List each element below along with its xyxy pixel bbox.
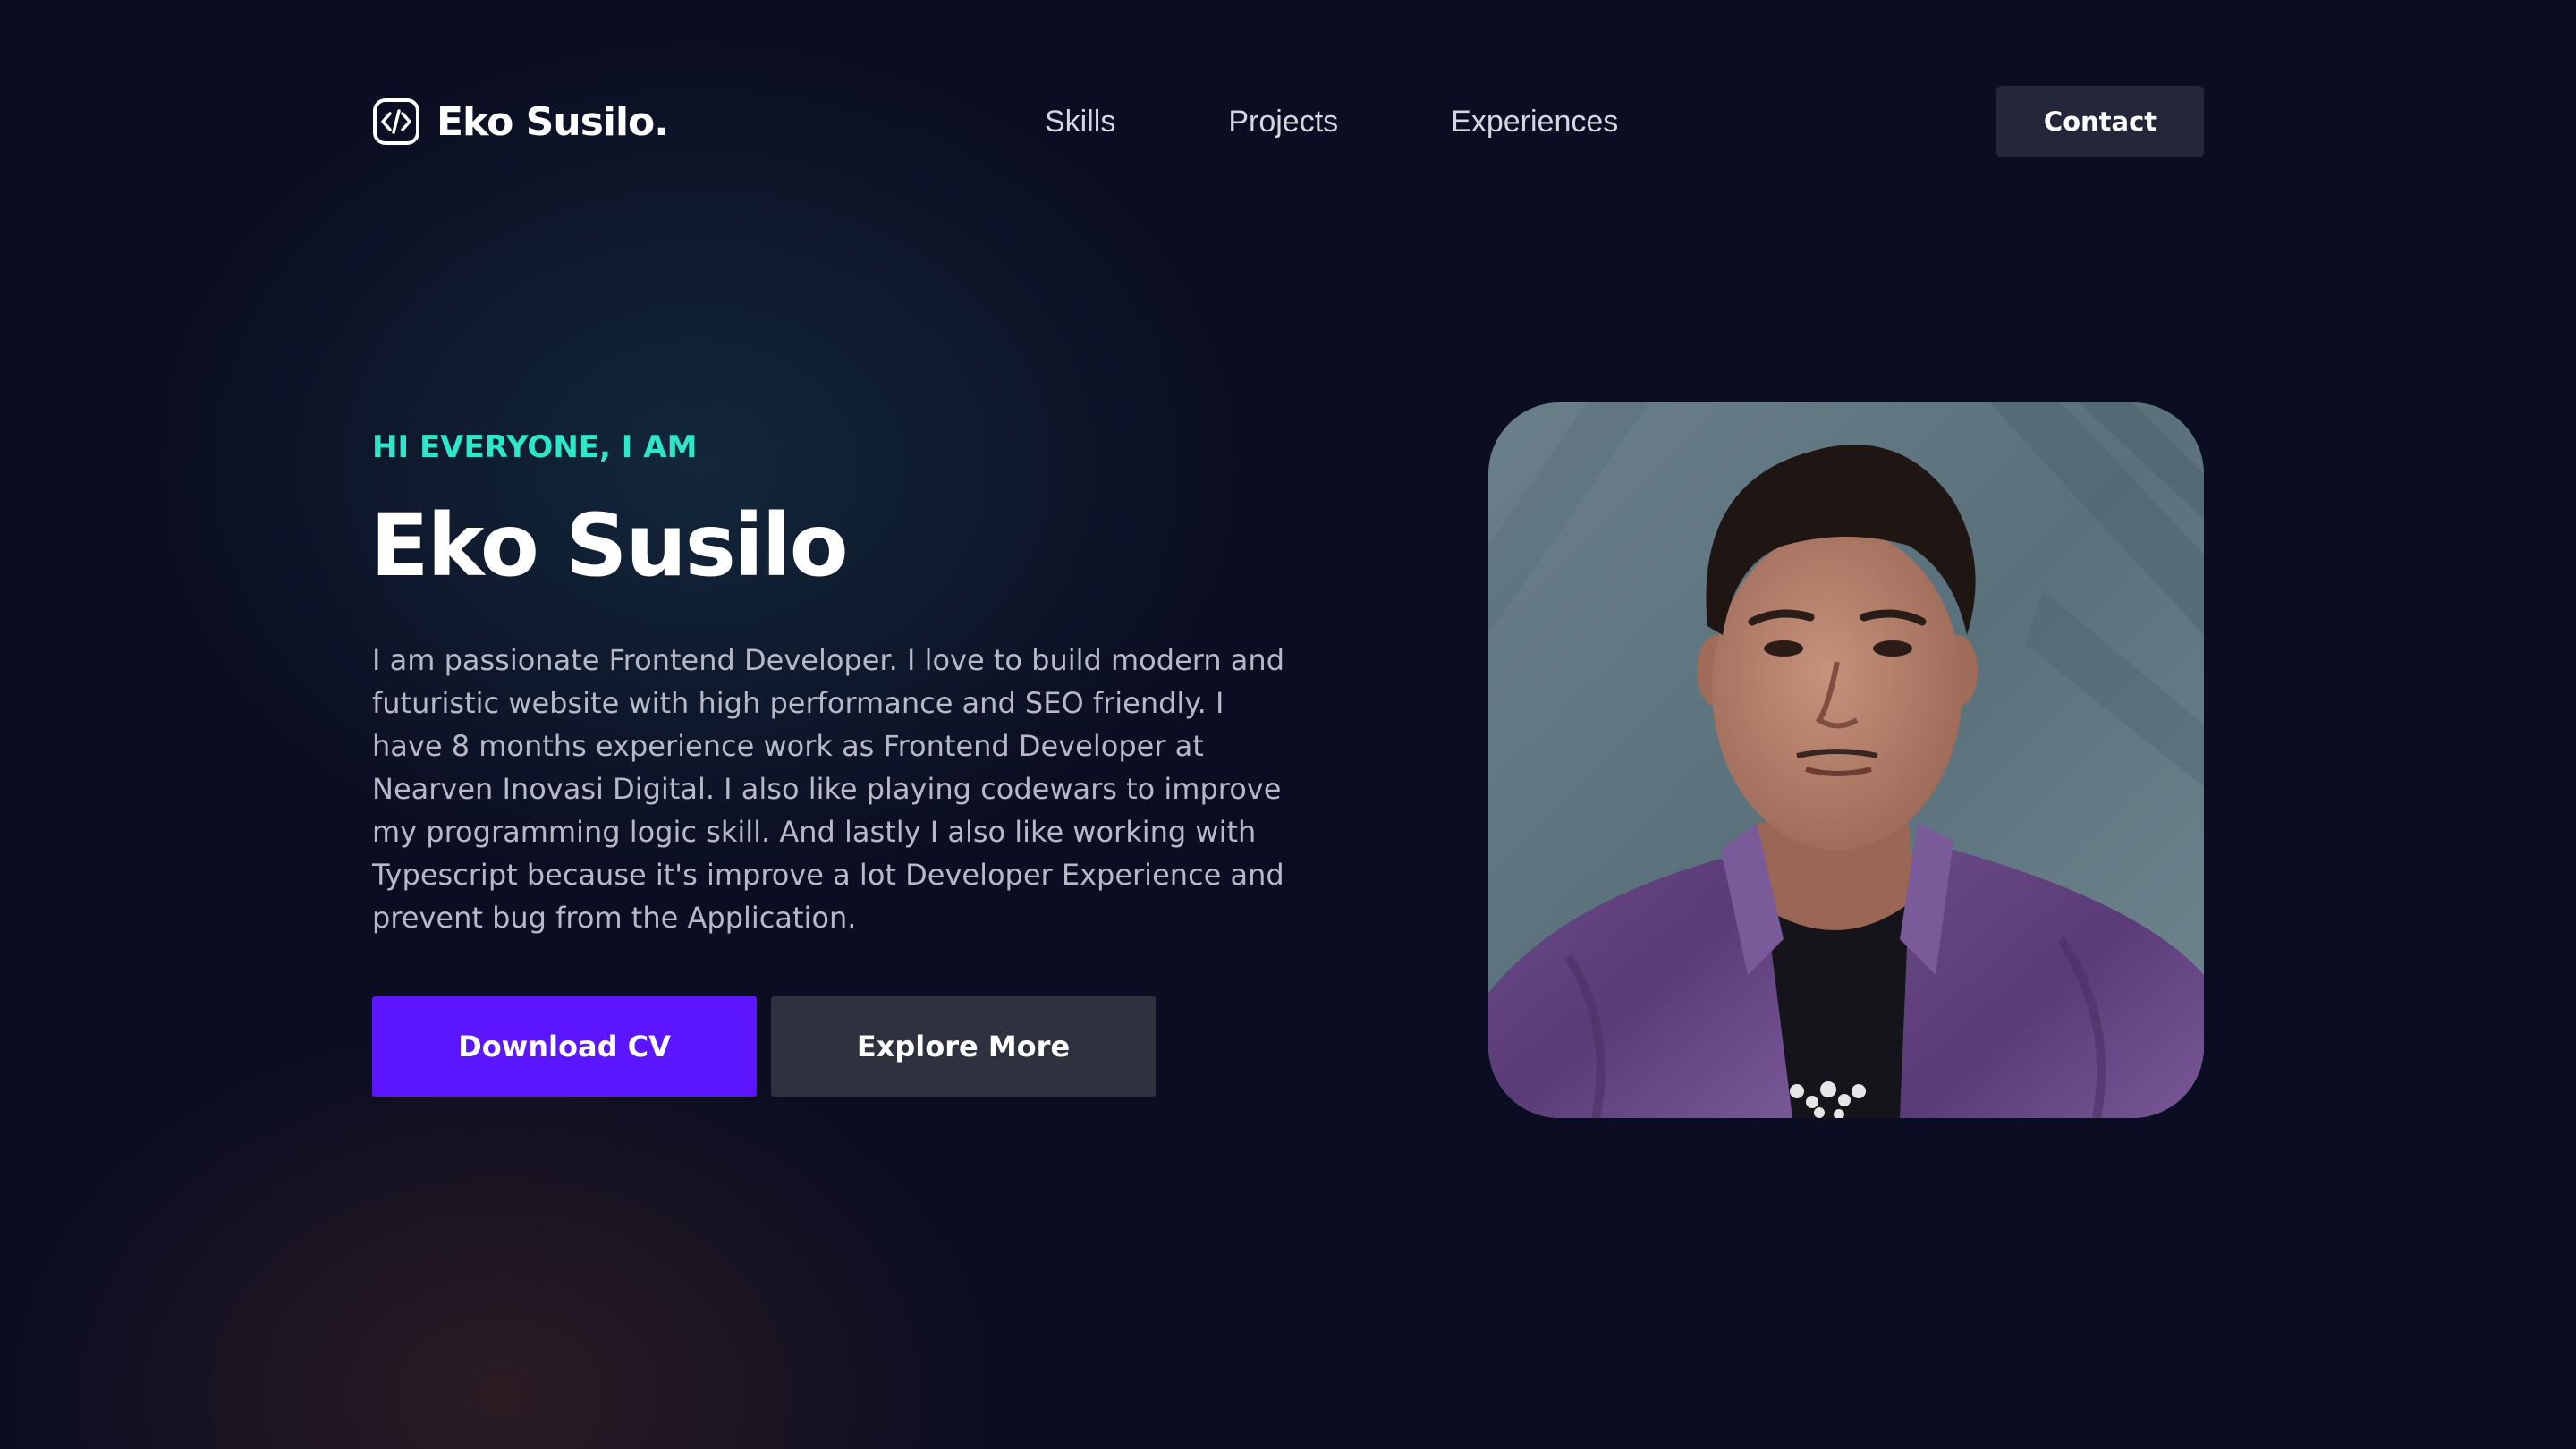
download-cv-button[interactable]: Download CV [372, 996, 757, 1097]
nav-links: Skills Projects Experiences [1045, 100, 1618, 143]
nav-link-skills[interactable]: Skills [1045, 105, 1115, 140]
contact-button[interactable]: Contact [1996, 86, 2204, 157]
nav-link-projects[interactable]: Projects [1228, 105, 1338, 140]
top-navbar: Eko Susilo. Skills Projects Experiences … [0, 0, 2576, 242]
brand-name: Eko Susilo. [436, 98, 669, 145]
profile-photo-illustration [1488, 402, 2204, 1118]
profile-photo [1488, 402, 2204, 1118]
brand-logo[interactable]: Eko Susilo. [372, 97, 669, 147]
nav-link-experiences[interactable]: Experiences [1451, 105, 1618, 140]
hero-greeting: HI EVERYONE, I AM [372, 429, 698, 465]
code-icon [373, 98, 419, 145]
hero-actions: Download CV Explore More [372, 996, 1156, 1097]
hero-bio: I am passionate Frontend Developer. I lo… [372, 643, 1284, 935]
explore-more-button[interactable]: Explore More [771, 996, 1156, 1097]
hero-name: Eko Susilo [370, 496, 849, 596]
